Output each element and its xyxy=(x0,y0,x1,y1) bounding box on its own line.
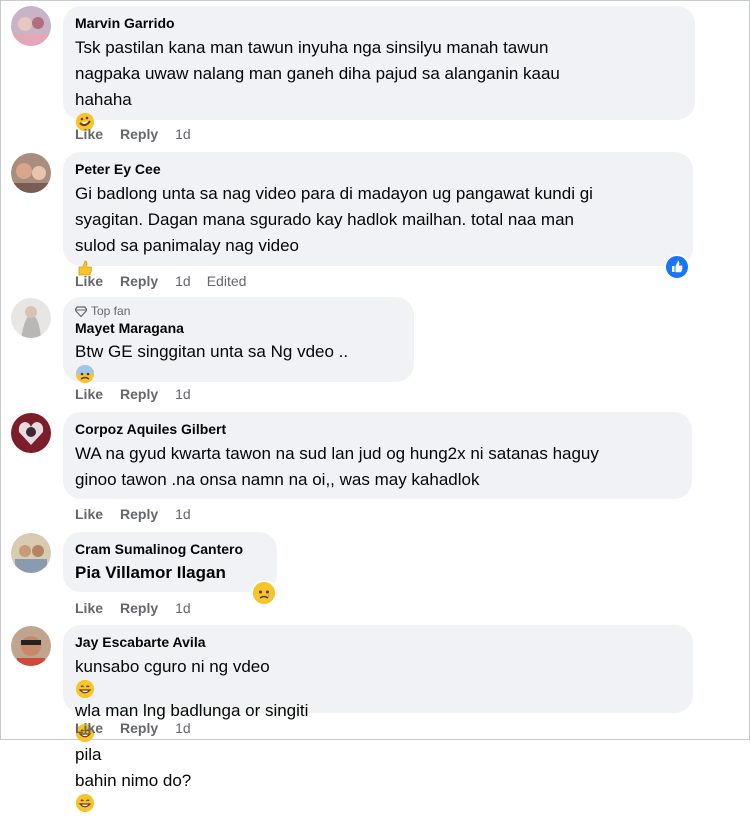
cold-sweat-emoji xyxy=(76,365,94,383)
comment-actions: Like Reply 1d xyxy=(75,505,207,523)
comment-author[interactable]: Peter Ey Cee xyxy=(75,160,681,178)
comment-author[interactable]: Mayet Maragana xyxy=(75,319,402,337)
comment-bubble: Marvin Garrido Tsk pastilan kana man taw… xyxy=(63,6,695,131)
timestamp[interactable]: 1d xyxy=(175,385,191,403)
comment-bubble: Jay Escabarte Avila kunsabo cguro ni ng … xyxy=(63,625,693,812)
comment-bubble: Top fan Mayet Maragana Btw GE singgitan … xyxy=(63,297,414,383)
timestamp[interactable]: 1d xyxy=(175,272,191,290)
avatar[interactable] xyxy=(11,298,51,338)
reply-button[interactable]: Reply xyxy=(120,599,158,617)
edited-label[interactable]: Edited xyxy=(207,272,247,290)
timestamp[interactable]: 1d xyxy=(175,125,191,143)
reply-button[interactable]: Reply xyxy=(120,505,158,523)
grinning-emoji xyxy=(76,680,94,698)
like-reaction-icon[interactable] xyxy=(664,254,690,280)
top-fan-badge[interactable]: Top fan xyxy=(75,304,402,318)
comment-actions: Like Reply 1d xyxy=(75,599,207,617)
reply-button[interactable]: Reply xyxy=(120,125,158,143)
comment-author[interactable]: Marvin Garrido xyxy=(75,14,683,32)
comment-text: Tsk pastilan kana man tawun inyuha nga s… xyxy=(75,35,683,131)
comment-text: WA na gyud kwarta tawon na sud lan jud o… xyxy=(75,444,599,489)
avatar[interactable] xyxy=(11,626,51,666)
comment-author[interactable]: Corpoz Aquiles Gilbert xyxy=(75,420,680,438)
avatar[interactable] xyxy=(11,6,51,46)
avatar[interactable] xyxy=(11,533,51,573)
grinning-emoji xyxy=(76,794,94,812)
diamond-icon xyxy=(75,305,87,317)
timestamp[interactable]: 1d xyxy=(175,505,191,523)
comment-actions: Like Reply 1d xyxy=(75,385,207,403)
comment-actions: Like Reply 1d xyxy=(75,719,207,737)
like-button[interactable]: Like xyxy=(75,599,103,617)
comment-author[interactable]: Jay Escabarte Avila xyxy=(75,633,681,651)
reply-button[interactable]: Reply xyxy=(120,272,158,290)
comment-bubble: Peter Ey Cee Gi badlong unta sa nag vide… xyxy=(63,152,693,276)
comment-text: Btw GE singgitan unta sa Ng vdeo .. xyxy=(75,339,402,383)
timestamp[interactable]: 1d xyxy=(175,719,191,737)
sad-reaction-icon[interactable] xyxy=(251,580,277,606)
comment-bubble: Corpoz Aquiles Gilbert WA na gyud kwarta… xyxy=(63,412,692,499)
like-button[interactable]: Like xyxy=(75,125,103,143)
like-button[interactable]: Like xyxy=(75,272,103,290)
comment-actions: Like Reply 1d xyxy=(75,125,207,143)
mentioned-user-link[interactable]: Pia Villamor Ilagan xyxy=(75,560,265,586)
comment-text: Gi badlong unta sa nag video para di mad… xyxy=(75,181,681,277)
reply-button[interactable]: Reply xyxy=(120,385,158,403)
like-button[interactable]: Like xyxy=(75,385,103,403)
like-button[interactable]: Like xyxy=(75,505,103,523)
comment-actions: Like Reply 1d Edited xyxy=(75,272,262,290)
timestamp[interactable]: 1d xyxy=(175,599,191,617)
like-button[interactable]: Like xyxy=(75,719,103,737)
comment-bubble: Cram Sumalinog Cantero Pia Villamor Ilag… xyxy=(63,532,277,592)
reply-button[interactable]: Reply xyxy=(120,719,158,737)
avatar[interactable] xyxy=(11,153,51,193)
comment-author[interactable]: Cram Sumalinog Cantero xyxy=(75,540,265,558)
avatar[interactable] xyxy=(11,413,51,453)
